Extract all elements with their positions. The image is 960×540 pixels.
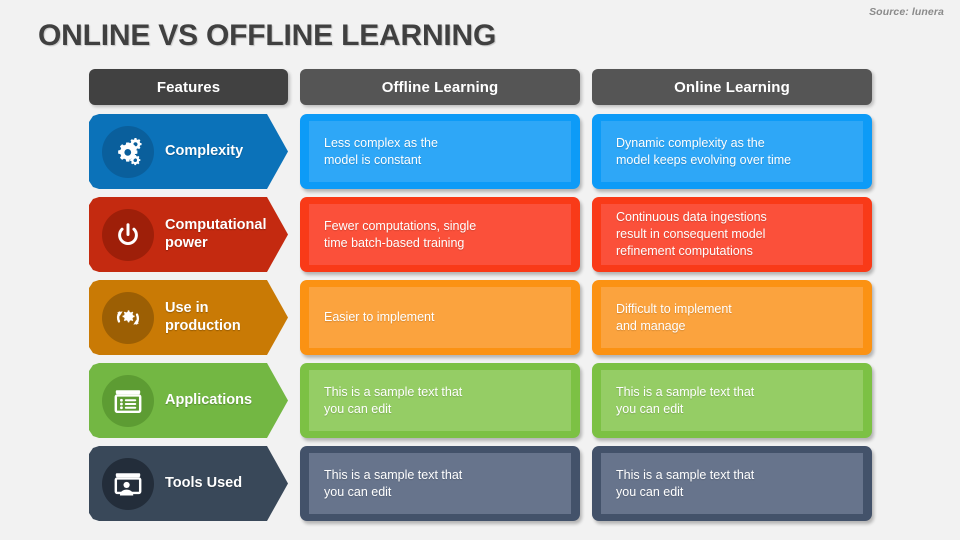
table-row: Complexity Less complex as the model is …: [89, 114, 872, 189]
feature-label: Applications: [165, 391, 253, 408]
cell-offline[interactable]: Less complex as the model is constant: [300, 114, 580, 189]
cell-online[interactable]: This is a sample text that you can edit: [592, 363, 872, 438]
table-row: Tools Used This is a sample text that yo…: [89, 446, 872, 521]
table-row: Applications This is a sample text that …: [89, 363, 872, 438]
cell-text: This is a sample text that you can edit: [324, 384, 463, 416]
cell-offline[interactable]: This is a sample text that you can edit: [300, 446, 580, 521]
source-credit: Source: lunera: [869, 6, 944, 18]
cell-offline[interactable]: This is a sample text that you can edit: [300, 363, 580, 438]
cell-text: Dynamic complexity as the model keeps ev…: [616, 135, 792, 167]
user-screen-icon: [102, 458, 154, 510]
feature-cell-tools-used[interactable]: Tools Used: [89, 446, 288, 521]
cell-text: Fewer computations, single time batch-ba…: [324, 218, 477, 250]
cell-online[interactable]: Dynamic complexity as the model keeps ev…: [592, 114, 872, 189]
cell-text: This is a sample text that you can edit: [616, 384, 755, 416]
cell-offline[interactable]: Easier to implement: [300, 280, 580, 355]
table-header-row: Features Offline Learning Online Learnin…: [89, 69, 872, 105]
feature-cell-use-in-production[interactable]: Use in production: [89, 280, 288, 355]
header-offline-learning: Offline Learning: [300, 69, 580, 105]
gear-refresh-icon: [102, 292, 154, 344]
cell-text: Less complex as the model is constant: [324, 135, 438, 167]
cell-text: This is a sample text that you can edit: [616, 467, 755, 499]
feature-label: Tools Used: [165, 474, 243, 491]
table-row: Use in production Easier to implement Di…: [89, 280, 872, 355]
header-online-learning: Online Learning: [592, 69, 872, 105]
gears-icon: [102, 126, 154, 178]
feature-cell-applications[interactable]: Applications: [89, 363, 288, 438]
feature-cell-computational-power[interactable]: Computational power: [89, 197, 288, 272]
cell-text: Continuous data ingestions result in con…: [616, 210, 767, 258]
feature-cell-complexity[interactable]: Complexity: [89, 114, 288, 189]
feature-label: Complexity: [165, 142, 244, 159]
cell-text: Difficult to implement and manage: [616, 301, 732, 333]
comparison-table: Features Offline Learning Online Learnin…: [89, 69, 872, 529]
feature-label: Computational power: [165, 217, 267, 251]
page-title: ONLINE VS OFFLINE LEARNING: [38, 19, 497, 52]
cell-text: This is a sample text that you can edit: [324, 467, 463, 499]
cell-online[interactable]: Difficult to implement and manage: [592, 280, 872, 355]
cell-offline[interactable]: Fewer computations, single time batch-ba…: [300, 197, 580, 272]
power-button-icon: [102, 209, 154, 261]
cell-text: Easier to implement: [324, 310, 435, 325]
header-features: Features: [89, 69, 288, 105]
list-window-icon: [102, 375, 154, 427]
table-row: Computational power Fewer computations, …: [89, 197, 872, 272]
cell-online[interactable]: Continuous data ingestions result in con…: [592, 197, 872, 272]
feature-label: Use in production: [165, 300, 241, 334]
cell-online[interactable]: This is a sample text that you can edit: [592, 446, 872, 521]
